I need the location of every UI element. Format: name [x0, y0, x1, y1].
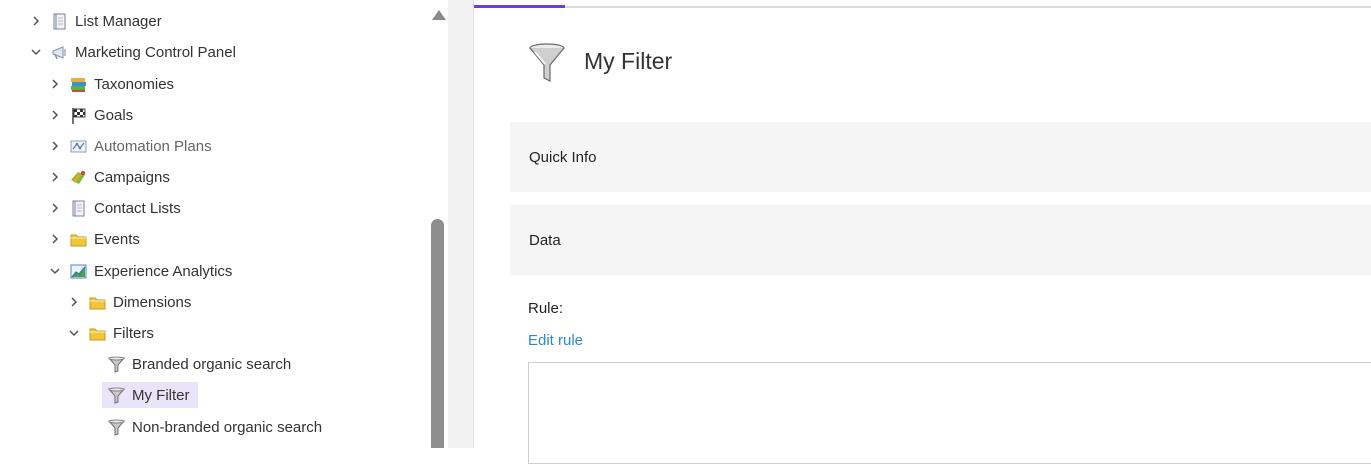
tree-item-dimensions[interactable]: Dimensions — [66, 289, 191, 315]
folder-icon — [88, 293, 107, 312]
rule-display-box — [528, 362, 1371, 464]
scroll-up-arrow-icon[interactable] — [432, 10, 446, 20]
tree-item-my-filter[interactable]: My Filter — [102, 382, 198, 408]
chevron-right-icon[interactable] — [28, 13, 44, 29]
page-title: My Filter — [584, 48, 673, 74]
tree-item-marketing-control-panel[interactable]: Marketing Control Panel — [28, 39, 236, 65]
scroll-thumb[interactable] — [431, 219, 444, 448]
automation-plan-icon — [69, 137, 88, 156]
section-data[interactable]: Data — [510, 205, 1371, 275]
tree-item-list-manager[interactable]: List Manager — [28, 8, 162, 34]
panel-splitter[interactable] — [448, 0, 473, 448]
funnel-icon — [107, 355, 126, 374]
funnel-icon — [527, 40, 567, 84]
tree-item-label: Non-branded organic search — [132, 418, 323, 436]
funnel-icon — [107, 418, 126, 437]
list-icon — [50, 12, 69, 31]
tree-item-label: Campaigns — [94, 168, 170, 186]
tree-item-label: Branded organic search — [132, 355, 292, 373]
active-tab-indicator[interactable] — [474, 5, 565, 8]
list-icon — [69, 199, 88, 218]
tree-item-label: Dimensions — [113, 293, 192, 311]
tree-item-label: Experience Analytics — [94, 262, 233, 280]
rule-label: Rule: — [528, 300, 564, 317]
tree-item-branded-organic-search[interactable]: Branded organic search — [107, 351, 291, 377]
chevron-down-icon[interactable] — [47, 263, 63, 279]
tree-item-label: List Manager — [75, 12, 162, 30]
chevron-right-icon[interactable] — [47, 138, 63, 154]
tree-item-label: Automation Plans — [94, 137, 212, 155]
tree-item-label: Events — [94, 230, 140, 248]
edit-rule-link[interactable]: Edit rule — [528, 332, 583, 349]
section-label: Data — [529, 231, 561, 249]
tree-item-label: Contact Lists — [94, 199, 181, 217]
tree-item-label: My Filter — [132, 386, 190, 404]
tree-item-label: Filters — [113, 324, 154, 342]
chevron-right-icon[interactable] — [47, 231, 63, 247]
checkered-flag-icon — [69, 106, 88, 125]
content-tree: List Manager Marketing Control Panel Tax… — [0, 0, 428, 448]
tree-item-automation-plans[interactable]: Automation Plans — [47, 133, 212, 159]
tab-strip-divider — [474, 6, 1371, 8]
books-icon — [69, 75, 88, 94]
chevron-down-icon[interactable] — [66, 325, 82, 341]
tree-item-experience-analytics[interactable]: Experience Analytics — [47, 258, 232, 284]
tree-item-label: Marketing Control Panel — [75, 43, 236, 61]
folder-icon — [69, 230, 88, 249]
section-label: Quick Info — [529, 148, 597, 166]
tree-item-non-branded-organic-search[interactable]: Non-branded organic search — [107, 414, 322, 440]
tree-item-contact-lists[interactable]: Contact Lists — [47, 195, 181, 221]
chevron-right-icon[interactable] — [47, 76, 63, 92]
megaphone-icon — [50, 43, 69, 62]
chevron-right-icon[interactable] — [47, 200, 63, 216]
editor-panel: My Filter Quick Info Data Rule: Edit rul… — [473, 0, 1371, 464]
chevron-right-icon[interactable] — [47, 107, 63, 123]
campaign-icon — [69, 168, 88, 187]
tree-item-goals[interactable]: Goals — [47, 102, 133, 128]
chevron-right-icon[interactable] — [47, 169, 63, 185]
tree-item-label: Taxonomies — [94, 75, 175, 93]
tree-item-label: Goals — [94, 106, 134, 124]
chart-icon — [69, 262, 88, 281]
tree-item-filters[interactable]: Filters — [66, 320, 154, 346]
tree-item-taxonomies[interactable]: Taxonomies — [47, 71, 174, 97]
section-quick-info[interactable]: Quick Info — [510, 122, 1371, 192]
tree-item-events[interactable]: Events — [47, 226, 140, 252]
chevron-right-icon[interactable] — [66, 294, 82, 310]
tree-item-campaigns[interactable]: Campaigns — [47, 164, 170, 190]
funnel-icon — [107, 386, 126, 405]
folder-icon — [88, 324, 107, 343]
chevron-down-icon[interactable] — [28, 44, 44, 60]
